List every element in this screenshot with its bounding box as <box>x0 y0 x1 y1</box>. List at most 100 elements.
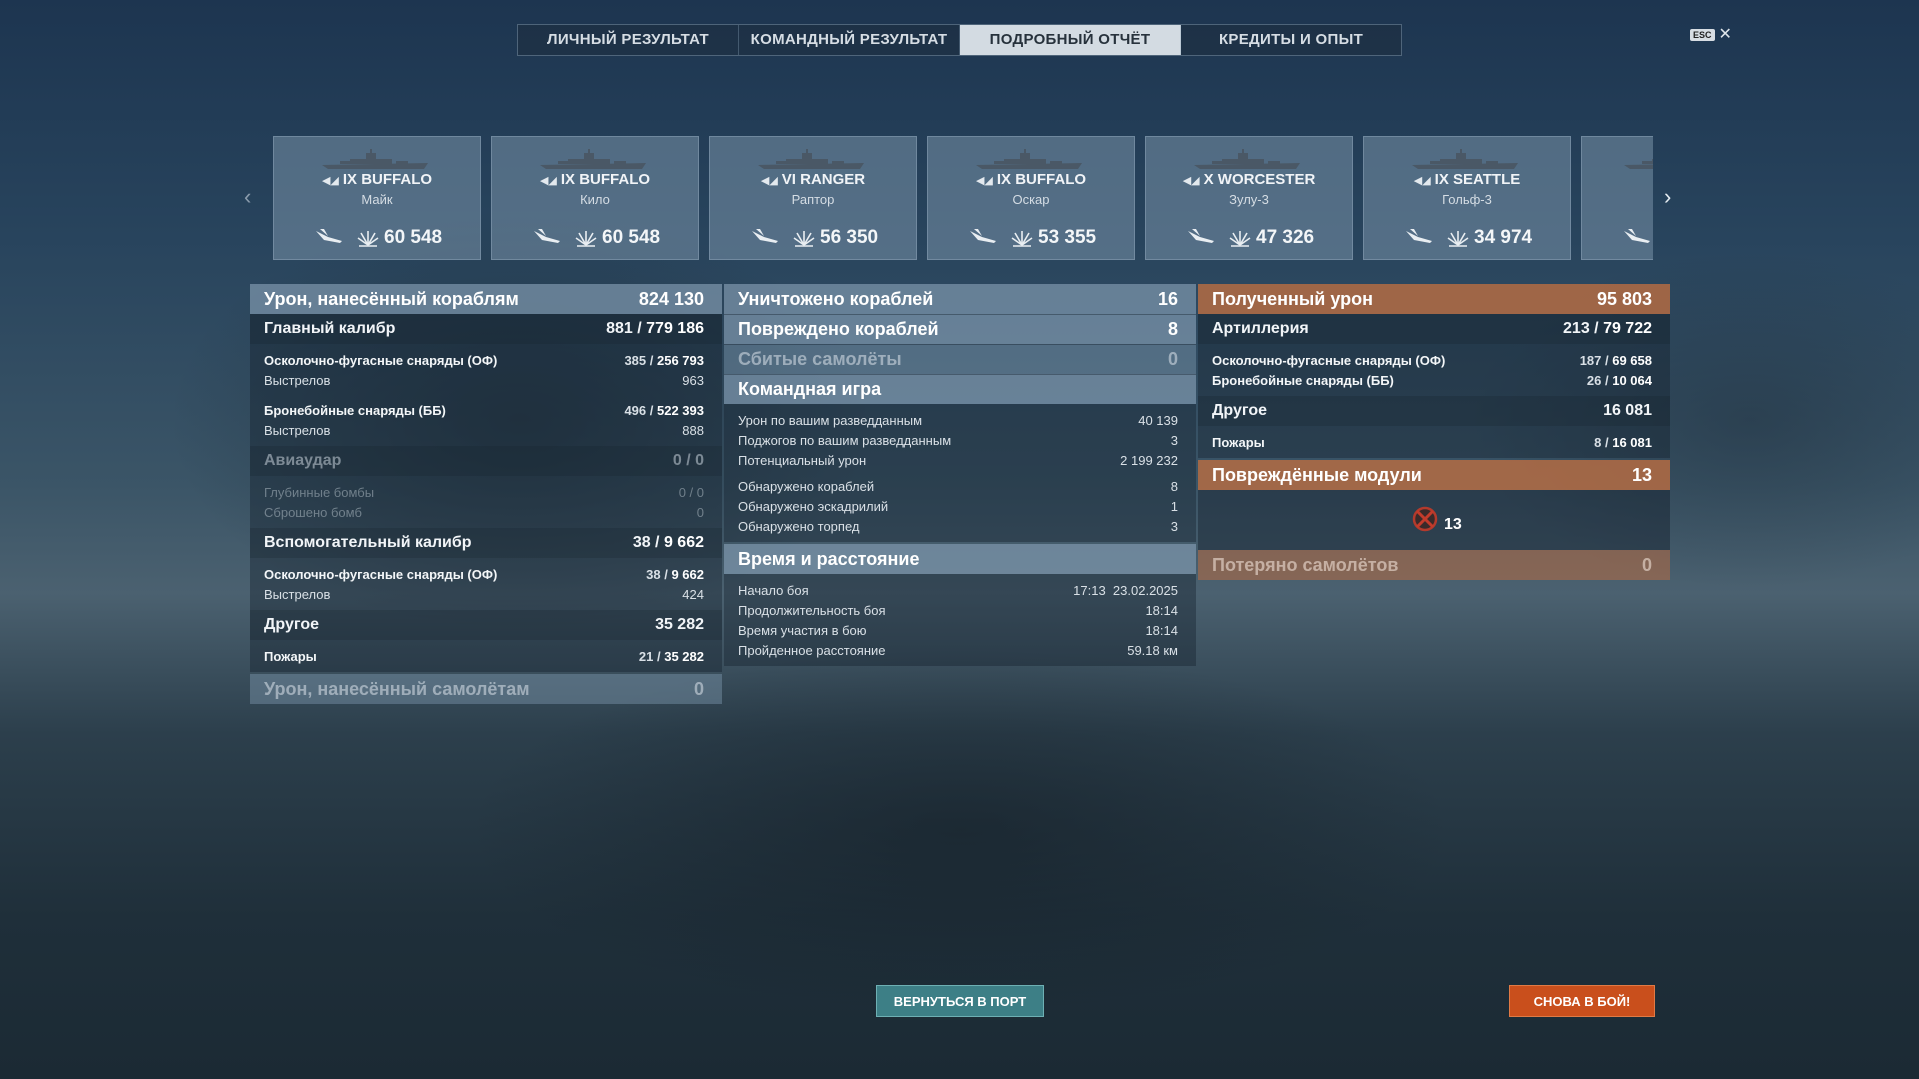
bombs-dropped-label: Сброшено бомб <box>264 504 362 520</box>
ship-damage: 34 974 <box>1474 227 1533 248</box>
artillery-hits: 213 <box>1563 320 1590 337</box>
ship-name: ◀◢ X WORCESTER <box>1146 171 1352 188</box>
plane-icon <box>750 227 780 245</box>
other-damage-label: Другое <box>264 616 319 633</box>
player-name: Зулу-3 <box>1229 192 1269 207</box>
spotted-torps-value: 3 <box>1170 518 1178 534</box>
received-he-label: Осколочно-фугасные снаряды (ОФ) <box>1212 352 1446 368</box>
ship-class-icon: ◀◢ <box>760 175 778 187</box>
spot-fires-label: Поджогов по вашим разведданным <box>738 432 952 448</box>
damage-icon <box>1010 225 1034 247</box>
received-header: Полученный урон 95 803 <box>1198 284 1670 314</box>
artillery-details: Осколочно-фугасные снаряды (ОФ) 187 / 69 … <box>1198 344 1670 396</box>
ship-silhouette-icon <box>974 149 1084 171</box>
received-fires-value: 16 081 <box>1612 434 1652 450</box>
tab-personal-result[interactable]: ЛИЧНЫЙ РЕЗУЛЬТАТ <box>518 25 739 55</box>
ap-shots-value: 888 <box>682 422 704 438</box>
received-he-hits: 187 <box>1579 352 1602 368</box>
fires-label: Пожары <box>264 648 317 664</box>
modules-value: 13 <box>1631 464 1652 485</box>
airstrike-details: Глубинные бомбы 0 / 0 Сброшено бомб 0 <box>250 476 722 528</box>
player-name: Раптор <box>791 192 835 207</box>
damaged-module-icon <box>1412 506 1438 532</box>
received-fires-hits: 8 <box>1594 434 1602 450</box>
damage-icon <box>356 225 380 247</box>
ship-card[interactable]: ◀◢ IX BUFFALO Оскар 53 355 <box>927 136 1135 260</box>
ap-shells-value: 522 393 <box>657 402 704 418</box>
ship-silhouette-icon <box>1192 149 1302 171</box>
artillery-value: 79 722 <box>1603 320 1652 337</box>
fires-hits: 21 <box>638 648 654 664</box>
he-shells-label: Осколочно-фугасные снаряды (ОФ) <box>264 352 498 368</box>
return-to-port-button[interactable]: ВЕРНУТЬСЯ В ПОРТ <box>876 985 1044 1017</box>
player-name: Гольф-3 <box>1442 192 1492 207</box>
ship-card[interactable]: ◀◢ IX BUFFALO Кило 60 548 <box>491 136 699 260</box>
planes-shot-label: Сбитые самолёты <box>738 349 902 369</box>
carousel-left-arrow[interactable]: ‹ <box>244 184 251 210</box>
secondary-header: Вспомогательный калибр 38 / 9 662 <box>250 528 722 558</box>
damaged-modules-area: 13 <box>1198 490 1670 550</box>
modules-header: Повреждённые модули 13 <box>1198 460 1670 490</box>
ship-damage-value: 824 130 <box>638 288 704 309</box>
fires-value: 35 282 <box>664 648 704 664</box>
spotted-squadrons-value: 1 <box>1170 498 1178 514</box>
ship-silhouette-icon <box>538 149 648 171</box>
received-ap-value: 10 064 <box>1612 372 1652 388</box>
other-damage-value: 35 282 <box>655 616 704 633</box>
ship-class-icon: ◀◢ <box>321 175 339 187</box>
sec-he-value: 9 662 <box>671 566 704 582</box>
damaged-label: Повреждено кораблей <box>738 319 939 339</box>
battle-start-value: 17:13 23.02.2025 <box>1073 582 1178 598</box>
ship-tier-name: IX SEATTLE <box>1434 171 1521 188</box>
team-play-header: Командная игра <box>724 374 1196 404</box>
ship-damage-header: Урон, нанесённый кораблям 824 130 <box>250 284 722 314</box>
received-fires-label: Пожары <box>1212 434 1265 450</box>
sec-he-label: Осколочно-фугасные снаряды (ОФ) <box>264 566 498 582</box>
he-shells-hits: 385 <box>624 352 647 368</box>
depth-charges-value: 0 / 0 <box>678 484 704 500</box>
ship-damage: 56 350 <box>820 227 879 248</box>
airstrike-header: Авиаудар 0 / 0 <box>250 446 722 476</box>
depth-charges-label: Глубинные бомбы <box>264 484 375 500</box>
tab-credits-xp[interactable]: КРЕДИТЫ И ОПЫТ <box>1181 25 1401 55</box>
planes-lost-label: Потеряно самолётов <box>1212 554 1399 575</box>
damage-icon <box>1446 225 1470 247</box>
ship-name: ◀◢ IX BUFFALO <box>274 171 480 188</box>
player-name: Оскар <box>1012 192 1050 207</box>
he-shells-value: 256 793 <box>657 352 704 368</box>
ship-card[interactable]: ◀◢ VI RANGER Раптор 56 350 <box>709 136 917 260</box>
team-play-label: Командная игра <box>738 379 882 399</box>
ship-card[interactable]: ◀◢ IX SEATTLE Гольф-3 34 974 <box>1363 136 1571 260</box>
artillery-label: Артиллерия <box>1212 320 1309 337</box>
ship-card-partial[interactable] <box>1581 136 1653 260</box>
battle-again-button[interactable]: СНОВА В БОЙ! <box>1509 985 1655 1017</box>
close-button[interactable]: ESC ✕ <box>1690 27 1732 43</box>
ship-class-icon: ◀◢ <box>975 175 993 187</box>
ship-card[interactable]: ◀◢ X WORCESTER Зулу-3 47 326 <box>1145 136 1353 260</box>
ship-tier-name: IX BUFFALO <box>996 171 1087 188</box>
tab-detailed-report[interactable]: ПОДРОБНЫЙ ОТЧЁТ <box>960 25 1181 55</box>
carousel-right-arrow[interactable]: › <box>1664 184 1671 210</box>
tab-team-result[interactable]: КОМАНДНЫЙ РЕЗУЛЬТАТ <box>739 25 960 55</box>
main-caliber-details: Осколочно-фугасные снаряды (ОФ) 385 / 256… <box>250 344 722 446</box>
sec-shots-label: Выстрелов <box>264 586 331 602</box>
ship-silhouette-icon <box>756 149 866 171</box>
player-name: Кило <box>580 192 610 207</box>
received-ap-hits: 26 <box>1586 372 1602 388</box>
ship-tier-name: VI RANGER <box>781 171 866 188</box>
time-in-battle-value: 18:14 <box>1145 622 1178 638</box>
ship-class-icon: ◀◢ <box>1182 175 1200 187</box>
sec-shots-value: 424 <box>682 586 704 602</box>
damaged-header: Повреждено кораблей 8 <box>724 314 1196 344</box>
received-value: 95 803 <box>1596 288 1652 309</box>
ship-class-icon: ◀◢ <box>539 175 557 187</box>
damage-dealt-panel: Урон, нанесённый кораблям 824 130 Главны… <box>250 284 722 704</box>
spotted-ships-value: 8 <box>1170 478 1178 494</box>
ship-name: ◀◢ IX SEATTLE <box>1364 171 1570 188</box>
ship-card[interactable]: ◀◢ IX BUFFALO Майк 60 548 <box>273 136 481 260</box>
plane-icon <box>1404 227 1434 245</box>
other-damage-header: Другое 35 282 <box>250 610 722 640</box>
plane-icon <box>1186 227 1216 245</box>
sec-he-hits: 38 <box>646 566 661 582</box>
airstrike-value: 0 / 0 <box>672 452 704 469</box>
